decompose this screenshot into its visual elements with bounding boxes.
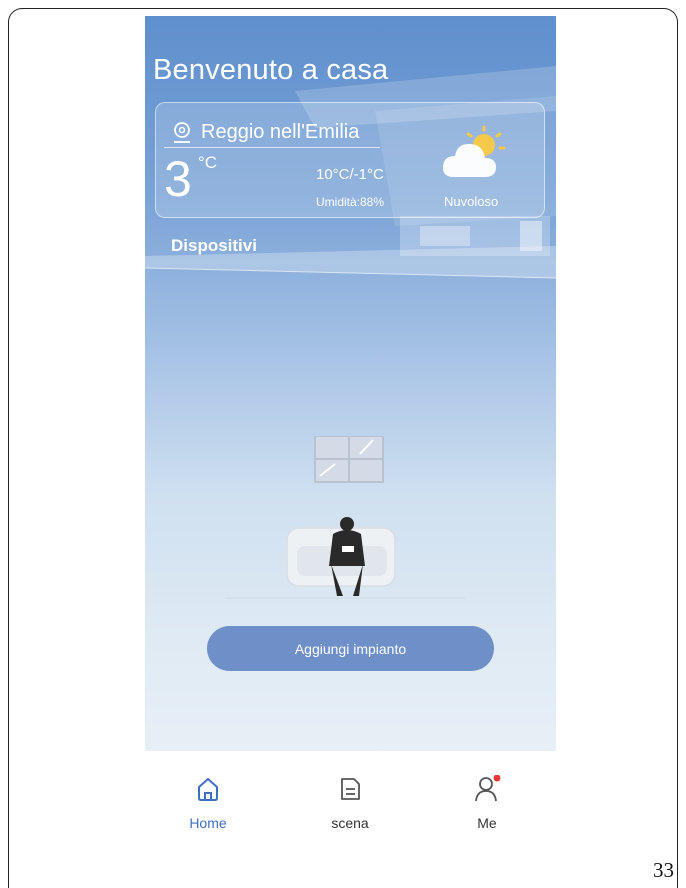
nav-item-me[interactable]: Me (442, 775, 532, 831)
temperature-value: 3 (164, 151, 192, 207)
nav-label-me: Me (477, 815, 497, 831)
devices-section-title: Dispositivi (171, 236, 257, 255)
nav-label-home: Home (189, 815, 227, 831)
location-row[interactable]: Reggio nell'Emilia (173, 121, 359, 144)
weather-card[interactable]: Reggio nell'Emilia 3 °C 10°C/-1°C Umidit… (155, 102, 545, 218)
welcome-title: Benvenuto a casa (153, 54, 389, 86)
add-system-button[interactable]: Aggiungi impianto (207, 626, 494, 671)
nav-label-scena: scena (331, 815, 369, 831)
notification-badge (493, 775, 501, 782)
nav-item-scena[interactable]: scena (305, 775, 395, 831)
partly-cloudy-icon (442, 125, 506, 177)
temperature-range: 10°C/-1°C (316, 166, 384, 183)
humidity-value: Umidità:88% (316, 195, 385, 209)
user-icon (475, 775, 501, 802)
phone-screen: Benvenuto a casa Reggio nell'Emilia 3 °C… (145, 16, 556, 844)
bottom-navigation: Home scena Me (145, 751, 556, 844)
nav-item-home[interactable]: Home (163, 775, 253, 831)
location-underline (164, 147, 380, 148)
home-icon (198, 778, 218, 801)
empty-state-illustration (225, 436, 465, 599)
weather-condition: Nuvoloso (444, 194, 499, 209)
page-number: 33 (653, 858, 674, 882)
city-name: Reggio nell'Emilia (201, 121, 360, 143)
scene-icon (341, 778, 360, 800)
temperature-unit: °C (198, 153, 218, 172)
location-pin-icon (174, 121, 190, 143)
